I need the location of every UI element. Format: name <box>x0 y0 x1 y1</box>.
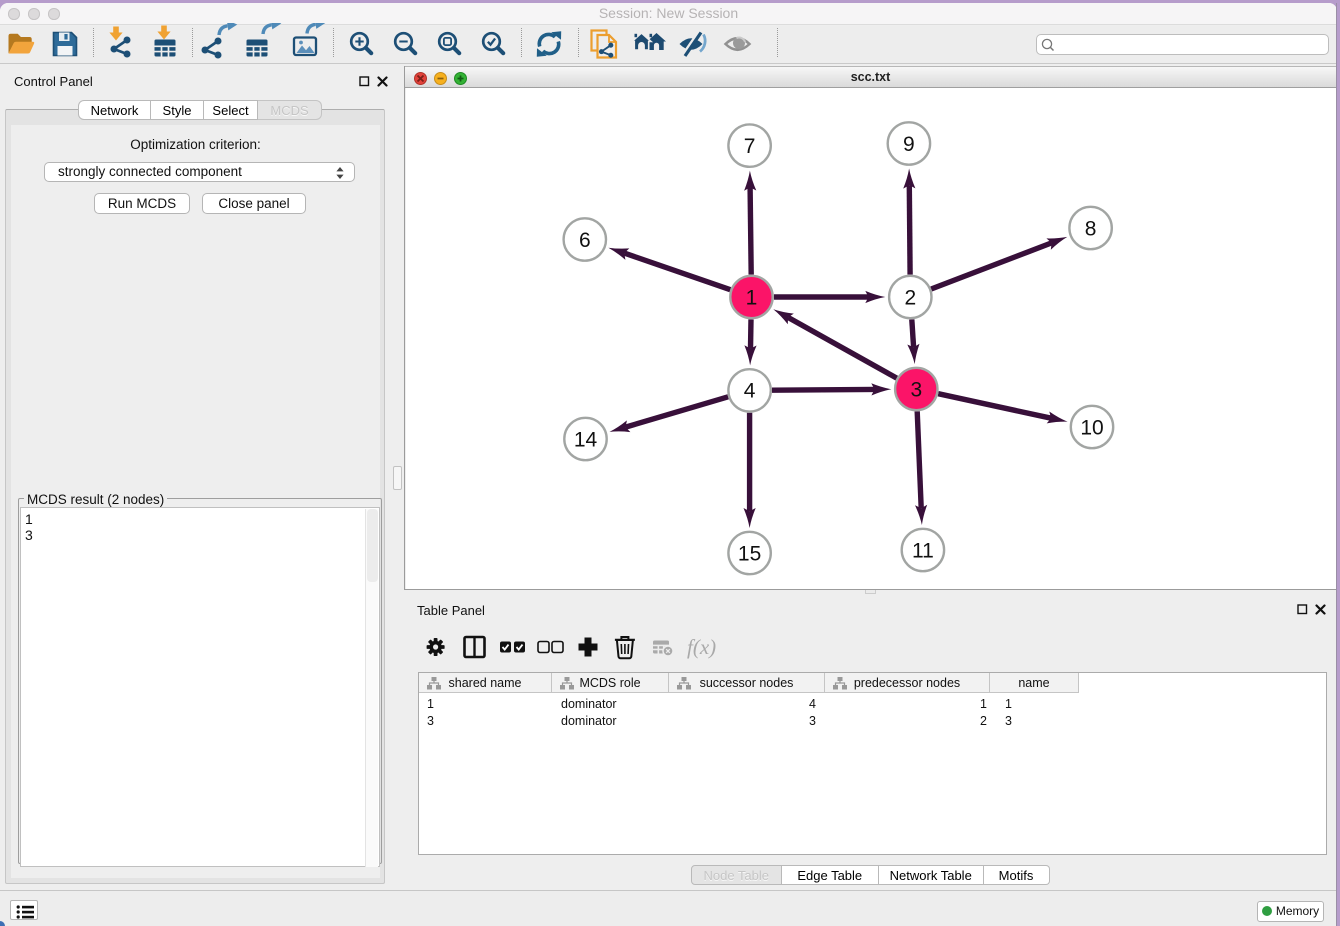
svg-text:3: 3 <box>910 378 922 401</box>
svg-text:11: 11 <box>912 539 934 562</box>
svg-text:9: 9 <box>903 133 915 156</box>
svg-text:15: 15 <box>738 542 761 565</box>
svg-text:2: 2 <box>904 286 916 309</box>
svg-text:6: 6 <box>579 229 591 252</box>
svg-text:4: 4 <box>744 380 756 403</box>
svg-text:1: 1 <box>746 286 758 309</box>
svg-text:8: 8 <box>1085 217 1097 240</box>
svg-text:10: 10 <box>1080 416 1103 439</box>
svg-text:14: 14 <box>574 428 598 451</box>
svg-text:7: 7 <box>744 135 756 158</box>
